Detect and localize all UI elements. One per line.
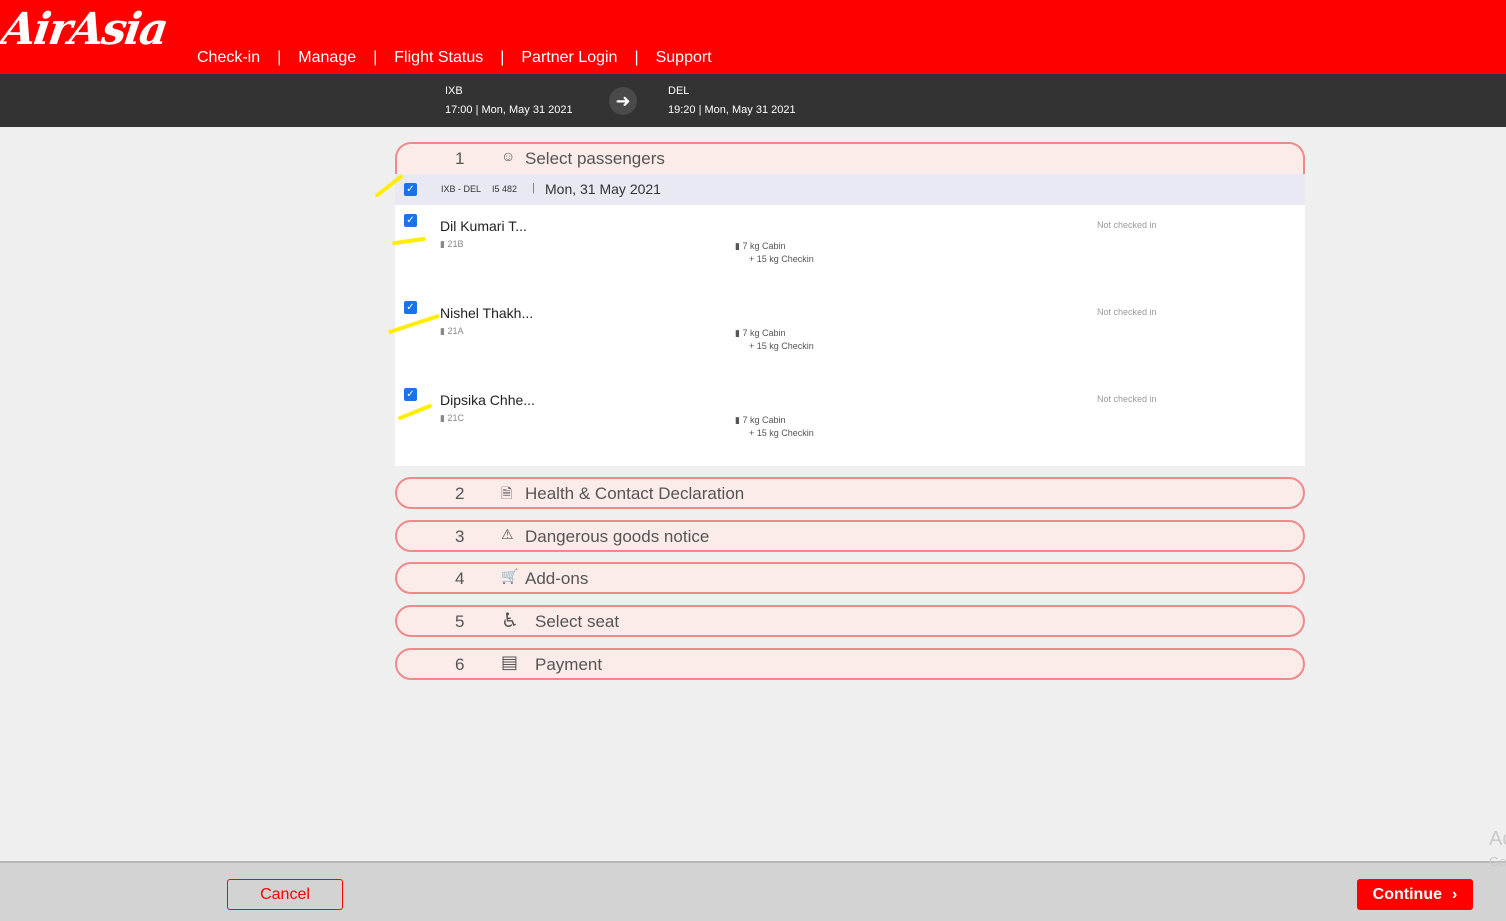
passenger-row: ✓ Dil Kumari T... ▮ 21B ▮ 7 kg Cabin + 1… (395, 205, 1305, 292)
step-number: 4 (455, 569, 465, 588)
step-label: Health & Contact Declaration (525, 484, 745, 503)
luggage-icon: ▮ (735, 241, 740, 251)
activation-watermark: Ac (1489, 828, 1506, 850)
nav-separator: | (277, 49, 282, 66)
baggage-checkin: + 15 kg Checkin (749, 428, 814, 438)
activation-watermark-sub: Ge (1489, 854, 1506, 869)
baggage-checkin: + 15 kg Checkin (749, 254, 814, 264)
baggage-cabin: ▮ 7 kg Cabin (735, 328, 786, 339)
nav-separator: | (373, 49, 378, 66)
step-label: Add-ons (525, 569, 589, 588)
cabin-allowance: 7 kg Cabin (742, 328, 786, 338)
top-header: AirAsia Check-in | Manage | Flight Statu… (0, 0, 1506, 74)
step-number: 1 (455, 149, 465, 168)
passenger-row: ✓ Dipsika Chhe... ▮ 21C ▮ 7 kg Cabin + 1… (395, 379, 1305, 466)
airasia-logo[interactable]: AirAsia (0, 4, 170, 55)
baggage-checkin: + 15 kg Checkin (749, 341, 814, 351)
checkin-status: Not checked in (1097, 307, 1157, 317)
step-label: Select passengers (525, 149, 665, 168)
bottom-action-bar: Cancel Continue › (0, 861, 1506, 921)
passenger-name: Nishel Thakh... (440, 305, 534, 321)
passenger-seat: ▮ 21C (440, 413, 464, 424)
nav-support[interactable]: Support (656, 49, 712, 67)
origin-code: IXB (445, 85, 463, 97)
nav-check-in[interactable]: Check-in (197, 49, 260, 67)
step-health-declaration[interactable]: 2 🗎 Health & Contact Declaration (395, 477, 1305, 509)
passenger-name: Dil Kumari T... (440, 218, 527, 234)
seat-icon: ▮ (440, 413, 445, 423)
checkin-status: Not checked in (1097, 220, 1157, 230)
cancel-button[interactable]: Cancel (227, 879, 343, 910)
passenger-seat: ▮ 21B (440, 239, 463, 250)
step-label: Select seat (535, 612, 620, 631)
document-icon: 🗎 (501, 485, 513, 501)
flight-checkbox[interactable]: ✓ (404, 183, 417, 196)
dest-time: 19:20 | Mon, May 31 2021 (668, 104, 796, 116)
person-icon: ☺ (501, 148, 516, 164)
flight-row: ✓ IXB - DEL I5 482 | Mon, 31 May 2021 (395, 174, 1305, 205)
flight-route: IXB - DEL (441, 184, 482, 194)
seat-icon: ▮ (440, 239, 445, 249)
passenger-checkbox[interactable]: ✓ (404, 301, 417, 314)
step-label: Dangerous goods notice (525, 527, 710, 546)
passenger-panel: ✓ IXB - DEL I5 482 | Mon, 31 May 2021 ✓ … (395, 174, 1305, 466)
card-icon: ▤ (501, 652, 519, 672)
chevron-right-icon: › (1452, 885, 1458, 903)
step-payment[interactable]: 6 ▤ Payment (395, 648, 1305, 680)
baggage-cabin: ▮ 7 kg Cabin (735, 415, 786, 426)
seat-icon: ♿ (501, 610, 519, 632)
nav-manage[interactable]: Manage (298, 49, 356, 67)
cancel-label: Cancel (260, 885, 310, 903)
step-number: 2 (455, 484, 465, 503)
luggage-icon: ▮ (735, 328, 740, 338)
cart-icon: 🛒 (501, 568, 519, 584)
continue-button[interactable]: Continue › (1357, 879, 1473, 910)
step-number: 6 (455, 655, 465, 674)
luggage-icon: ▮ (735, 415, 740, 425)
arrow-right-icon: ➜ (609, 87, 637, 115)
passenger-seat: ▮ 21A (440, 326, 463, 337)
seat-number: 21A (447, 326, 464, 336)
cabin-allowance: 7 kg Cabin (742, 241, 786, 251)
flight-summary-bar: IXB 17:00 | Mon, May 31 2021 ➜ DEL 19:20… (0, 74, 1506, 127)
nav-separator: | (634, 49, 639, 66)
origin-time: 17:00 | Mon, May 31 2021 (445, 104, 573, 116)
dest-code: DEL (668, 85, 690, 97)
seat-number: 21C (447, 413, 464, 423)
main-nav: Check-in | Manage | Flight Status | Part… (197, 49, 712, 67)
passenger-checkbox[interactable]: ✓ (404, 214, 417, 227)
passenger-row: ✓ Nishel Thakh... ▮ 21A ▮ 7 kg Cabin + 1… (395, 292, 1305, 379)
nav-flight-status[interactable]: Flight Status (394, 49, 483, 67)
passenger-checkbox[interactable]: ✓ (404, 388, 417, 401)
continue-label: Continue (1372, 885, 1442, 903)
flight-date: Mon, 31 May 2021 (545, 181, 661, 197)
step-number: 5 (455, 612, 465, 631)
seat-number: 21B (447, 239, 464, 249)
step-select-passengers[interactable]: 1 ☺ Select passengers (395, 142, 1305, 174)
baggage-cabin: ▮ 7 kg Cabin (735, 241, 786, 252)
cabin-allowance: 7 kg Cabin (742, 415, 786, 425)
passenger-name: Dipsika Chhe... (440, 392, 535, 408)
flight-number: I5 482 (492, 184, 518, 194)
seat-icon: ▮ (440, 326, 445, 336)
step-add-ons[interactable]: 4 🛒 Add-ons (395, 562, 1305, 594)
nav-partner-login[interactable]: Partner Login (521, 49, 617, 67)
step-label: Payment (535, 655, 603, 674)
step-dangerous-goods[interactable]: 3 ⚠ Dangerous goods notice (395, 520, 1305, 552)
step-number: 3 (455, 527, 465, 546)
checkin-status: Not checked in (1097, 394, 1157, 404)
flight-row-separator: | (532, 182, 535, 194)
step-select-seat[interactable]: 5 ♿ Select seat (395, 605, 1305, 637)
nav-separator: | (500, 49, 505, 66)
warning-icon: ⚠ (501, 526, 514, 542)
